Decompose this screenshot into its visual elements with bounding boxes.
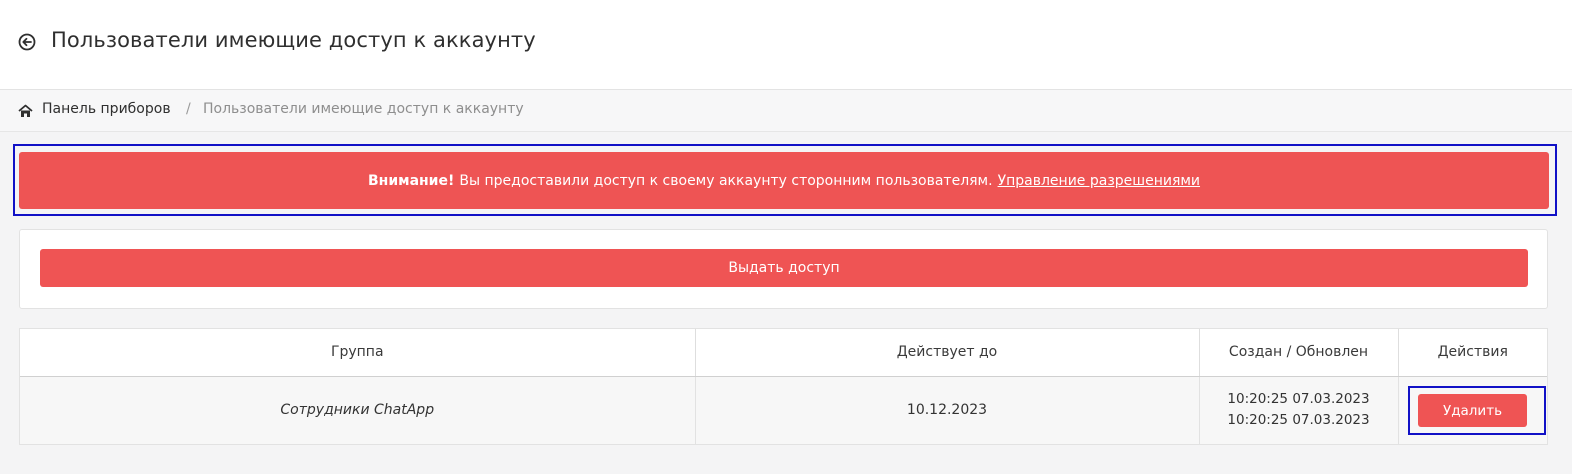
back-arrow-icon[interactable] <box>17 32 37 52</box>
updated-date: 10:20:25 07.03.2023 <box>1227 412 1370 429</box>
column-header-created-updated[interactable]: Создан / Обновлен <box>1199 329 1399 377</box>
page-header: Пользователи имеющие доступ к аккаунту <box>0 0 1572 90</box>
table-header-row: Группа Действует до Создан / Обновлен Де… <box>20 329 1547 377</box>
alert-text: Вы предоставили доступ к своему аккаунту… <box>459 172 993 189</box>
breadcrumb-separator: / <box>186 101 191 117</box>
breadcrumb-current: Пользователи имеющие доступ к аккаунту <box>203 101 524 117</box>
access-table-container: Группа Действует до Создан / Обновлен Де… <box>19 328 1548 445</box>
delete-button[interactable]: Удалить <box>1418 394 1527 427</box>
access-table: Группа Действует до Создан / Обновлен Де… <box>20 329 1547 444</box>
breadcrumb: Панель приборов / Пользователи имеющие д… <box>0 90 1572 132</box>
created-date: 10:20:25 07.03.2023 <box>1227 391 1370 408</box>
column-header-actions: Действия <box>1398 329 1547 377</box>
breadcrumb-home-link[interactable]: Панель приборов <box>42 101 171 117</box>
table-row: Сотрудники ChatApp 10.12.2023 10:20:25 0… <box>20 376 1547 444</box>
column-header-group[interactable]: Группа <box>20 329 696 377</box>
cell-group: Сотрудники ChatApp <box>20 376 696 444</box>
warning-alert: Внимание! Вы предоставили доступ к своем… <box>19 152 1549 209</box>
manage-permissions-link[interactable]: Управление разрешениями <box>998 173 1200 189</box>
grant-access-card: Выдать доступ <box>19 229 1548 309</box>
home-icon[interactable] <box>18 104 33 118</box>
alert-strong-label: Внимание! <box>367 172 455 189</box>
cell-created-updated: 10:20:25 07.03.2023 10:20:25 07.03.2023 <box>1199 376 1399 444</box>
cell-valid-until: 10.12.2023 <box>695 376 1200 444</box>
column-header-valid-until[interactable]: Действует до <box>695 329 1200 377</box>
grant-access-button[interactable]: Выдать доступ <box>40 249 1528 287</box>
page-title: Пользователи имеющие доступ к аккаунту <box>51 28 536 52</box>
